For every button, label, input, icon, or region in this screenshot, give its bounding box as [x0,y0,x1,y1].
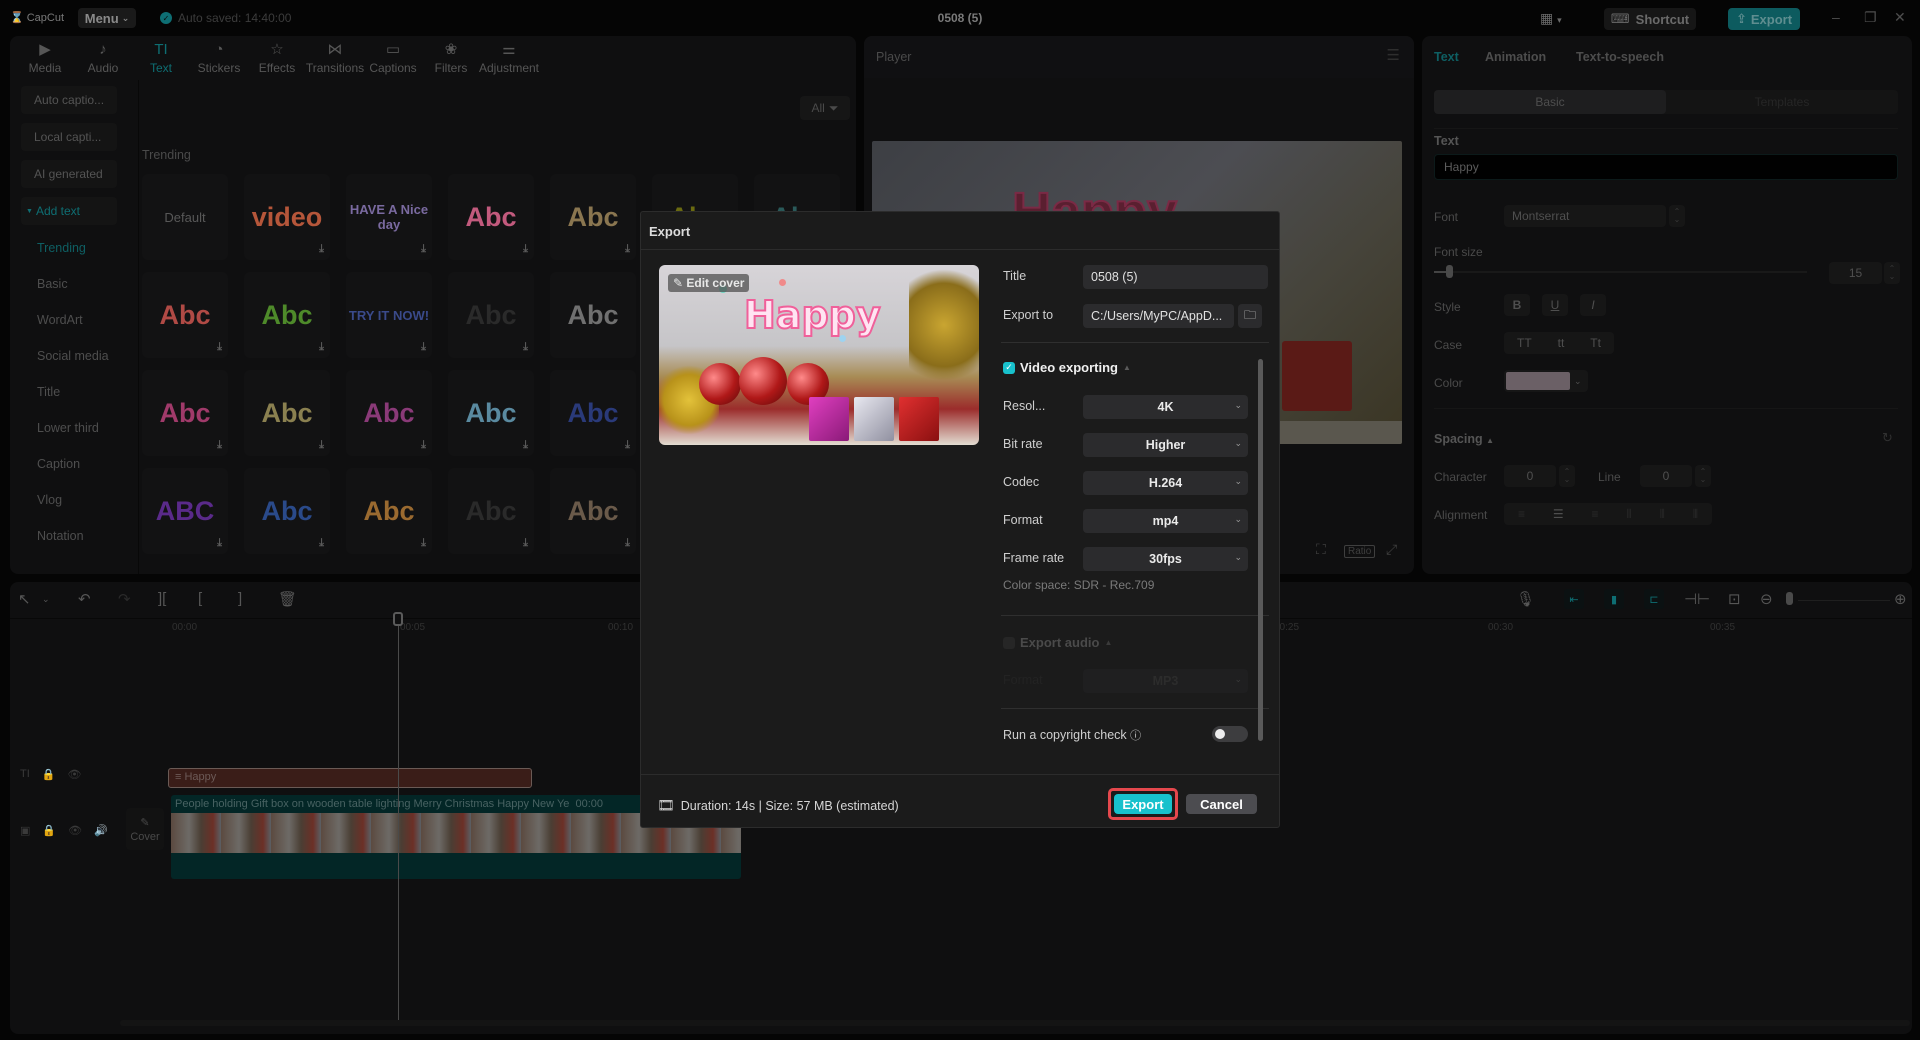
film-icon: 🎞 [657,797,675,813]
audio-export-checkbox[interactable] [1003,636,1015,649]
resol-select[interactable]: 4K ⌄ [1083,395,1248,419]
export-dialog: Export Happy ✎ Edit cover Title 0508 (5)… [640,211,1280,828]
chevron-down-icon: ⌄ [1234,674,1242,684]
bit-rate-select[interactable]: Higher ⌄ [1083,433,1248,457]
title-label: Title [1003,269,1027,283]
audio-format-select[interactable]: MP3 ⌄ [1083,669,1248,693]
codec-select[interactable]: H.264 ⌄ [1083,471,1248,495]
audio-format-label: Format [1003,673,1043,687]
folder-icon: 🗀 [1243,307,1256,322]
format-select[interactable]: mp4 ⌄ [1083,509,1248,533]
tinsel [909,265,979,385]
export-button[interactable]: Export [1114,794,1172,814]
chevron-down-icon: ⌄ [1234,552,1242,562]
chevron-down-icon: ⌄ [1234,438,1242,448]
copyright-toggle[interactable] [1212,726,1248,742]
video-exporting-section: ✓ Video exporting ▲ [1003,360,1131,375]
ornament-ball [699,363,741,405]
copyright-check-label: Run a copyright check ⓘ [1003,728,1142,742]
divider [1001,342,1269,343]
export-path-input[interactable]: C:/Users/MyPC/AppD... [1083,304,1234,328]
caret-up-icon[interactable]: ▲ [1104,638,1112,647]
field-label: Bit rate [1003,437,1043,451]
caret-up-icon[interactable]: ▲ [1123,363,1131,372]
divider [1001,615,1269,616]
cancel-button[interactable]: Cancel [1186,794,1257,814]
ornament-ball [739,357,787,405]
chevron-down-icon: ⌄ [1234,476,1242,486]
video-export-checkbox[interactable]: ✓ [1003,361,1015,374]
export-audio-section: Export audio ▲ [1003,635,1112,650]
field-label: Resol... [1003,399,1046,413]
field-label: Codec [1003,475,1040,489]
gift-box-red [899,397,939,441]
help-icon[interactable]: ⓘ [1130,730,1141,742]
field-label: Frame rate [1003,551,1065,565]
color-space-info: Color space: SDR - Rec.709 [1003,578,1155,592]
field-label: Format [1003,513,1043,527]
export-to-label: Export to [1003,308,1054,322]
export-summary: 🎞 Duration: 14s | Size: 57 MB (estimated) [657,797,899,813]
cover-preview[interactable]: Happy ✎ Edit cover [659,265,979,445]
divider [1001,708,1269,709]
dialog-scrollbar[interactable] [1258,359,1263,741]
edit-cover-button[interactable]: ✎ Edit cover [668,274,750,292]
divider [641,774,1279,775]
chevron-down-icon: ⌄ [1234,514,1242,524]
title-input[interactable]: 0508 (5) [1083,265,1268,289]
browse-folder-button[interactable]: 🗀 [1238,304,1262,328]
frame-rate-select[interactable]: 30fps ⌄ [1083,547,1248,571]
toggle-knob [1215,729,1225,739]
dialog-title: Export [649,224,691,239]
divider [641,249,1279,250]
pencil-icon: ✎ [673,276,687,290]
bokeh-light [779,279,786,286]
gift-box-silver [854,397,894,441]
chevron-down-icon: ⌄ [1234,400,1242,410]
gift-box-pink [809,397,849,441]
cover-title-text: Happy [743,292,882,338]
